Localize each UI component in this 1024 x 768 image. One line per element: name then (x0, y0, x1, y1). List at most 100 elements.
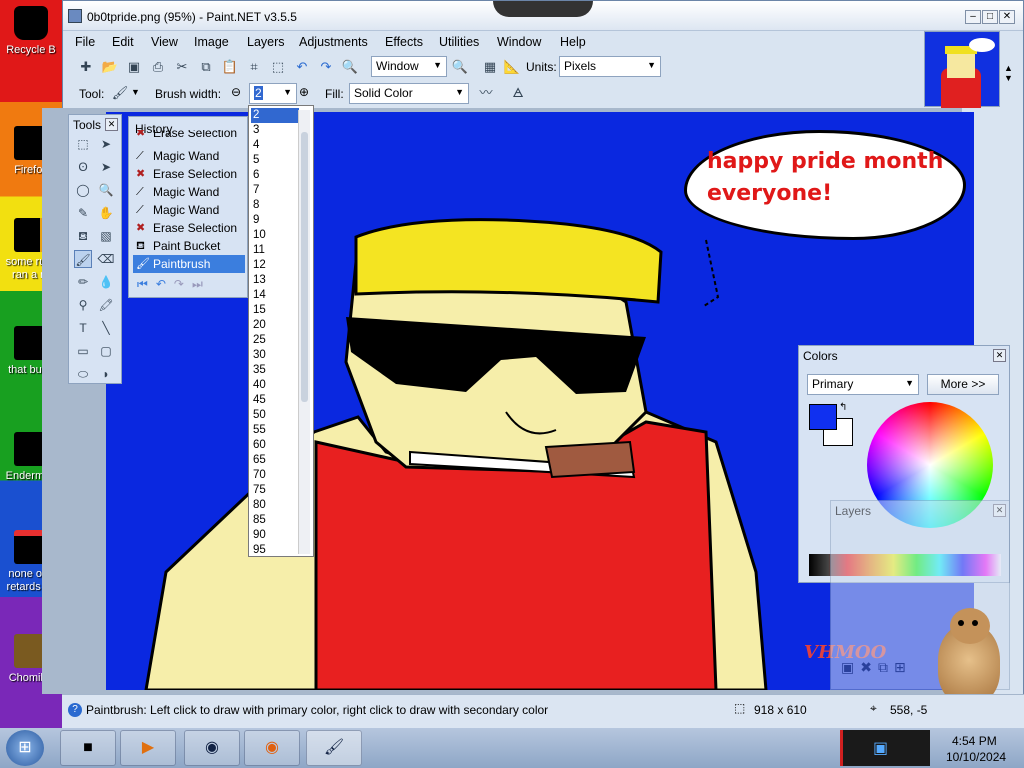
history-item[interactable]: ⟋ Magic Wand (133, 183, 245, 201)
zoom-combo[interactable]: Window ▼ (371, 56, 447, 77)
tray-icon-area[interactable]: ▣ (840, 730, 930, 766)
cut-icon[interactable]: ✂ (173, 58, 191, 76)
ellipse-icon[interactable]: ⬭ (74, 365, 92, 383)
menu-utilities[interactable]: Utilities (439, 35, 479, 49)
zoom-tool-icon[interactable]: 🔍 (97, 181, 115, 199)
menu-view[interactable]: View (151, 35, 178, 49)
history-item[interactable]: ⛾ Paint Bucket (133, 237, 245, 255)
dropdown-scrollbar[interactable] (298, 110, 310, 554)
title-bar[interactable]: 0b0tpride.png (95%) - Paint.NET v3.5.5 –… (63, 1, 1023, 31)
recolor-icon[interactable]: 🖍 (97, 296, 115, 314)
history-item[interactable]: ✖ Erase Selection (133, 165, 245, 183)
magic-wand-icon[interactable]: ✎ (74, 204, 92, 222)
decrease-icon[interactable]: ⊖ (231, 85, 241, 99)
redo-icon[interactable]: ↷ (174, 277, 192, 291)
copy-icon[interactable]: ⧉ (197, 58, 215, 76)
ruler-icon[interactable]: 📐 (503, 58, 521, 76)
brush-width-option[interactable]: 11 (251, 243, 299, 258)
clock-time[interactable]: 4:54 PM (952, 734, 997, 748)
taskbar-item-1[interactable]: ■ (60, 730, 116, 766)
redo-icon[interactable]: ↷ (317, 58, 335, 76)
clone-stamp-icon[interactable]: ⚲ (74, 296, 92, 314)
thumbnail-scroll-icon[interactable]: ▲ ▼ (1004, 63, 1013, 83)
units-combo[interactable]: Pixels ▼ (559, 56, 661, 77)
brush-width-option[interactable]: 2 (251, 108, 299, 123)
brush-width-option[interactable]: 45 (251, 393, 299, 408)
brush-width-option[interactable]: 90 (251, 528, 299, 543)
lasso-icon[interactable]: ʘ (74, 158, 92, 176)
menu-edit[interactable]: Edit (112, 35, 134, 49)
brush-width-option[interactable]: 7 (251, 183, 299, 198)
fast-forward-icon[interactable]: ⏭ (192, 277, 211, 291)
zoom-out-icon[interactable]: 🔍 (341, 58, 359, 76)
pencil-icon[interactable]: ✏ (74, 273, 92, 291)
tools-panel-close-button[interactable]: ✕ (105, 118, 118, 131)
paint-bucket-icon[interactable]: ⛾ (74, 227, 92, 245)
history-item[interactable]: ✖ Erase Selection (133, 219, 245, 237)
brush-width-option[interactable]: 9 (251, 213, 299, 228)
taskbar-item-2[interactable]: ▶ (120, 730, 176, 766)
primary-color-swatch[interactable] (809, 404, 837, 430)
freeform-shape-icon[interactable]: ◗ (97, 365, 115, 383)
menu-help[interactable]: Help (560, 35, 586, 49)
taskbar-item-paint-net[interactable]: 🖌 (306, 730, 362, 766)
colors-panel-close-button[interactable]: ✕ (993, 349, 1006, 362)
delete-layer-icon[interactable]: ✖ (860, 659, 878, 675)
add-layer-icon[interactable]: ▣ (841, 659, 860, 675)
start-button[interactable]: ⊞ (6, 730, 44, 766)
color-mode-combo[interactable]: Primary ▼ (807, 374, 919, 395)
paste-icon[interactable]: 📋 (221, 58, 239, 76)
brush-width-option[interactable]: 6 (251, 168, 299, 183)
move-selection-icon[interactable]: ➤ (97, 135, 115, 153)
fill-combo[interactable]: Solid Color ▼ (349, 83, 469, 104)
line-curve-icon[interactable]: ╲ (97, 319, 115, 337)
brush-width-option[interactable]: 13 (251, 273, 299, 288)
brush-width-option[interactable]: 40 (251, 378, 299, 393)
paintbrush-icon[interactable]: 🖌 (74, 250, 92, 268)
taskbar-item-3[interactable]: ◉ (184, 730, 240, 766)
brush-width-option[interactable]: 75 (251, 483, 299, 498)
menu-adjustments[interactable]: Adjustments (299, 35, 368, 49)
history-item[interactable]: ⟋ Magic Wand (133, 201, 245, 219)
brush-width-option[interactable]: 14 (251, 288, 299, 303)
duplicate-layer-icon[interactable]: ⧉ (878, 659, 894, 675)
maximize-button[interactable]: □ (982, 10, 998, 24)
undo-icon[interactable]: ↶ (156, 277, 174, 291)
taskbar-item-firefox[interactable]: ◉ (244, 730, 300, 766)
image-thumbnail[interactable] (924, 31, 1000, 108)
increase-icon[interactable]: ⊕ (299, 85, 309, 99)
antialias-icon[interactable]: 〰 (477, 84, 495, 102)
brush-width-option[interactable]: 3 (251, 123, 299, 138)
desktop-icon-recycle-bin[interactable]: Recycle B (0, 6, 62, 57)
chevron-down-icon[interactable]: ▼ (131, 87, 140, 97)
brush-width-option[interactable]: 70 (251, 468, 299, 483)
menu-file[interactable]: File (75, 35, 95, 49)
brush-width-option[interactable]: 30 (251, 348, 299, 363)
deselect-icon[interactable]: ⬚ (269, 58, 287, 76)
ellipse-select-icon[interactable]: ◯ (74, 181, 92, 199)
brush-width-option[interactable]: 50 (251, 408, 299, 423)
new-file-icon[interactable]: ✚ (77, 58, 95, 76)
brush-width-combo[interactable]: 2 ▼ (249, 83, 297, 104)
minimize-button[interactable]: – (965, 10, 981, 24)
brush-width-option[interactable]: 4 (251, 138, 299, 153)
brush-width-option[interactable]: 25 (251, 333, 299, 348)
rewind-icon[interactable]: ⏮ (137, 277, 156, 291)
brush-width-option[interactable]: 12 (251, 258, 299, 273)
brush-width-option[interactable]: 85 (251, 513, 299, 528)
blend-mode-icon[interactable]: 🜁 (509, 84, 527, 102)
eraser-icon[interactable]: ⌫ (97, 250, 115, 268)
brush-width-option[interactable]: 35 (251, 363, 299, 378)
history-item[interactable]: ⟋ Magic Wand (133, 147, 245, 165)
brush-width-option[interactable]: 8 (251, 198, 299, 213)
brush-width-option[interactable]: 55 (251, 423, 299, 438)
undo-icon[interactable]: ↶ (293, 58, 311, 76)
layers-panel-close-button[interactable]: ✕ (993, 504, 1006, 517)
brush-width-option[interactable]: 15 (251, 303, 299, 318)
save-icon[interactable]: ▣ (125, 58, 143, 76)
history-item-selected[interactable]: 🖌 Paintbrush (133, 255, 245, 273)
brush-width-option[interactable]: 5 (251, 153, 299, 168)
merge-layer-icon[interactable]: ⊞ (894, 659, 912, 675)
crop-icon[interactable]: ⌗ (245, 58, 263, 76)
menu-image[interactable]: Image (194, 35, 229, 49)
